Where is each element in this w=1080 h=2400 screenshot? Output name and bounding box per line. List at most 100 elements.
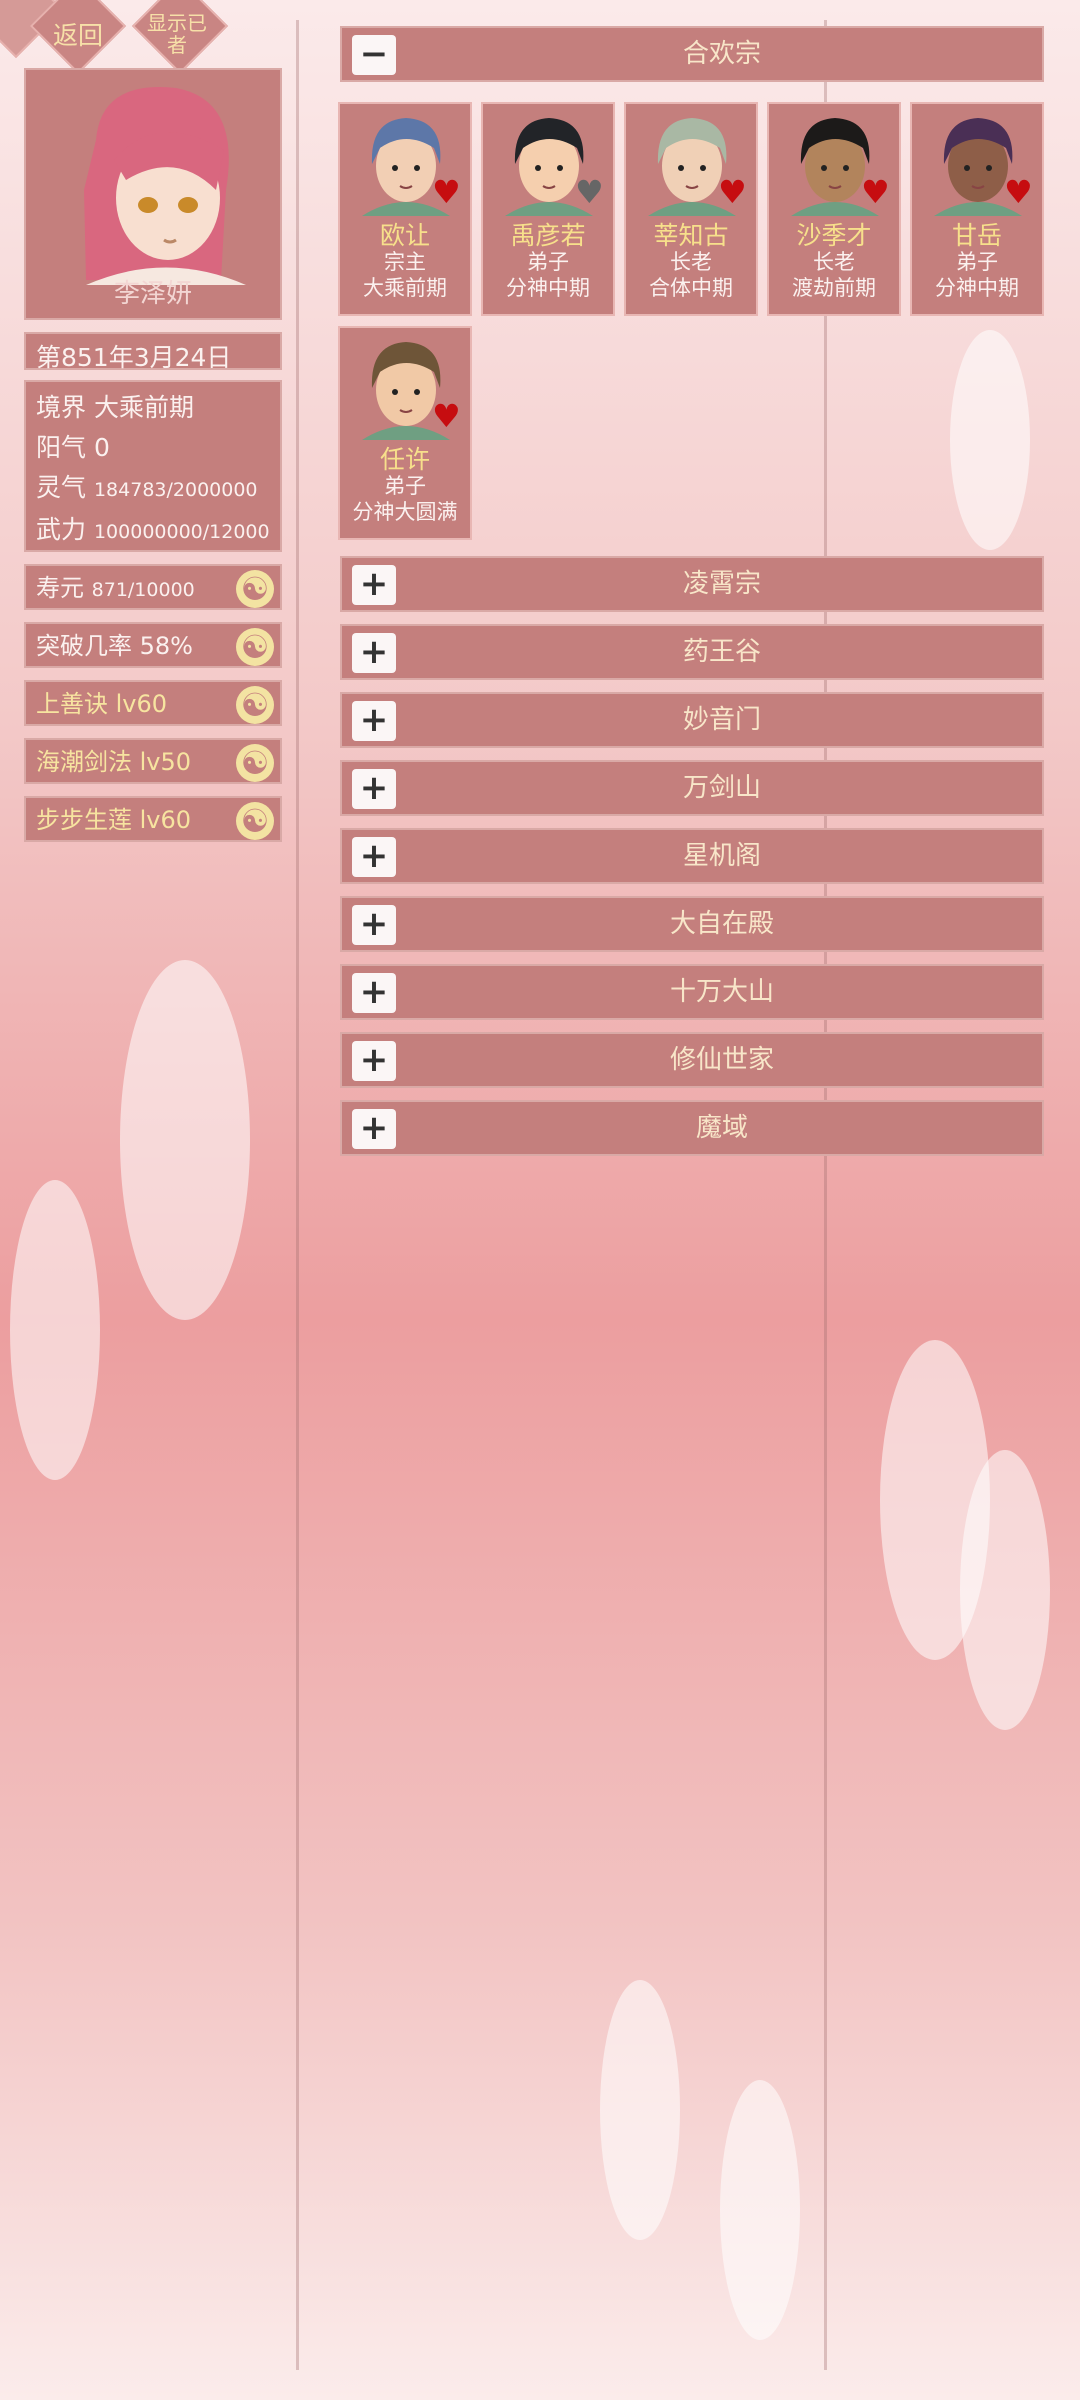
realm-value: 大乘前期: [93, 393, 194, 422]
portrait-eye: [700, 165, 706, 171]
member-realm: 分神大圆满: [352, 500, 458, 524]
show-dead-button-label: 显示已者: [147, 11, 207, 57]
member-card[interactable]: ♥ 欧让 宗主 大乘前期: [338, 102, 472, 316]
skill-row-haichaojianfa[interactable]: 海潮剑法 lv50 ☯: [24, 738, 282, 784]
expand-button[interactable]: +: [352, 769, 396, 809]
portrait-eye: [414, 389, 420, 395]
sect-name: 万剑山: [682, 773, 761, 803]
heart-icon: ♥: [575, 173, 604, 211]
skill-label: 寿元: [36, 574, 84, 602]
portrait-eye: [535, 165, 541, 171]
sect-header[interactable]: + 修仙世家: [340, 1032, 1044, 1088]
expand-button[interactable]: +: [352, 701, 396, 741]
skill-value: lv60: [115, 690, 168, 718]
background-flower: [10, 1180, 100, 1480]
member-card[interactable]: ♥ 禹彦若 弟子 分神中期: [481, 102, 615, 316]
yinyang-icon[interactable]: ☯: [236, 570, 274, 608]
sect-name: 魔域: [695, 1113, 748, 1143]
collapse-button[interactable]: −: [352, 35, 396, 75]
skill-row-lifespan[interactable]: 寿元 871/10000 ☯: [24, 564, 282, 610]
portrait-eye: [678, 165, 684, 171]
skill-label: 海潮剑法: [36, 748, 132, 776]
skill-value: lv50: [139, 748, 192, 776]
spirit-row: 灵气 184783/2000000: [36, 468, 270, 510]
yinyang-icon[interactable]: ☯: [236, 744, 274, 782]
skill-row-breakthrough[interactable]: 突破几率 58% ☯: [24, 622, 282, 668]
game-date: 第851年3月24日: [24, 332, 282, 372]
spirit-value: 184783/2000000: [93, 479, 258, 501]
sect-header[interactable]: + 魔域: [340, 1100, 1044, 1156]
sect-name: 药王谷: [682, 637, 761, 667]
player-portrait: [84, 87, 246, 285]
member-card[interactable]: ♥ 任许 弟子 分神大圆满: [338, 326, 472, 540]
member-realm: 合体中期: [649, 276, 733, 300]
background-flower: [120, 960, 250, 1320]
skill-row-bubushenglian[interactable]: 步步生莲 lv60 ☯: [24, 796, 282, 842]
background-flower: [950, 330, 1030, 550]
sect-header[interactable]: + 星机阁: [340, 828, 1044, 884]
sect-name: 合欢宗: [682, 39, 761, 69]
sect-name: 星机阁: [682, 841, 761, 871]
sect-header[interactable]: + 妙音门: [340, 692, 1044, 748]
sect-header[interactable]: + 大自在殿: [340, 896, 1044, 952]
member-card[interactable]: ♥ 莘知古 长老 合体中期: [624, 102, 758, 316]
force-value: 100000000/120000000: [93, 521, 270, 543]
expand-button[interactable]: +: [352, 905, 396, 945]
expand-button[interactable]: +: [352, 1041, 396, 1081]
portrait-eye: [821, 165, 827, 171]
yang-row: 阳气 0: [36, 428, 270, 468]
portrait-eye: [392, 389, 398, 395]
skill-label: 步步生莲: [36, 806, 132, 834]
expand-button[interactable]: +: [352, 973, 396, 1013]
sect-name: 修仙世家: [669, 1045, 774, 1075]
portrait-eye: [557, 165, 563, 171]
background-flower: [960, 1450, 1050, 1730]
portrait-eye: [843, 165, 849, 171]
heart-icon: ♥: [432, 173, 461, 211]
background-flower: [600, 1980, 680, 2240]
sect-name: 凌霄宗: [682, 569, 761, 599]
yang-value: 0: [93, 433, 110, 462]
sect-header[interactable]: + 万剑山: [340, 760, 1044, 816]
spirit-label: 灵气: [36, 473, 87, 502]
sect-name: 大自在殿: [669, 909, 774, 939]
right-divider: [824, 20, 827, 2370]
member-realm: 渡劫前期: [792, 276, 876, 300]
expand-button[interactable]: +: [352, 837, 396, 877]
expand-button[interactable]: +: [352, 633, 396, 673]
portrait-eye: [964, 165, 970, 171]
yinyang-icon[interactable]: ☯: [236, 628, 274, 666]
skill-value: 871/10000: [91, 579, 195, 601]
portrait-eye: [986, 165, 992, 171]
player-portrait-panel: 李泽妍: [24, 68, 282, 320]
sect-header[interactable]: + 凌霄宗: [340, 556, 1044, 612]
back-button[interactable]: 返回: [0, 0, 130, 75]
portrait-eye: [414, 165, 420, 171]
sect-header-hehuan[interactable]: − 合欢宗: [340, 26, 1044, 82]
skill-value: 58%: [139, 632, 193, 660]
sect-header[interactable]: + 十万大山: [340, 964, 1044, 1020]
member-realm: 分神中期: [506, 276, 590, 300]
realm-row: 境界 大乘前期: [36, 388, 270, 428]
yang-label: 阳气: [36, 433, 87, 462]
left-divider: [296, 20, 299, 2370]
sect-name: 妙音门: [682, 705, 761, 735]
yinyang-icon[interactable]: ☯: [236, 802, 274, 840]
force-label: 武力: [36, 515, 87, 544]
back-button-label: 返回: [52, 21, 103, 50]
realm-label: 境界: [36, 393, 87, 422]
yinyang-icon[interactable]: ☯: [236, 686, 274, 724]
sect-name: 十万大山: [669, 977, 774, 1007]
heart-icon: ♥: [1004, 173, 1033, 211]
expand-button[interactable]: +: [352, 565, 396, 605]
expand-button[interactable]: +: [352, 1109, 396, 1149]
force-row: 武力 100000000/120000000: [36, 510, 270, 552]
sect-header[interactable]: + 药王谷: [340, 624, 1044, 680]
heart-icon: ♥: [861, 173, 890, 211]
skill-row-shangshanjue[interactable]: 上善诀 lv60 ☯: [24, 680, 282, 726]
portrait-eye: [392, 165, 398, 171]
skill-value: lv60: [139, 806, 192, 834]
skill-label: 上善诀: [36, 690, 108, 718]
member-card[interactable]: ♥ 甘岳 弟子 分神中期: [910, 102, 1044, 316]
member-card[interactable]: ♥ 沙季才 长老 渡劫前期: [767, 102, 901, 316]
